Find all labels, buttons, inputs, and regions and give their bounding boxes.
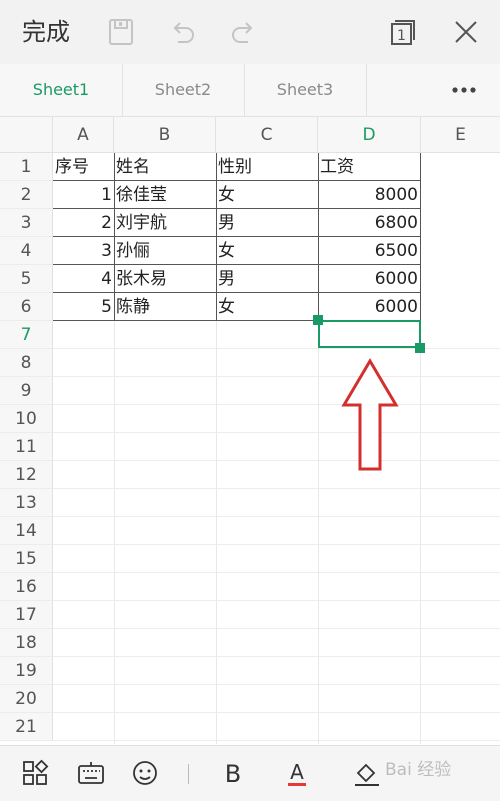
- grid-line: [53, 348, 500, 349]
- close-icon[interactable]: [450, 16, 482, 48]
- column-header-e[interactable]: E: [421, 117, 500, 153]
- selection-handle-bottom-right[interactable]: [415, 343, 425, 353]
- row-header-5[interactable]: 5: [0, 265, 53, 293]
- grid-line: [53, 740, 500, 741]
- cell-b6[interactable]: 陈静: [114, 293, 216, 321]
- cell-c1[interactable]: 性别: [216, 153, 318, 181]
- top-toolbar: 完成 1: [0, 0, 500, 64]
- row-header-16[interactable]: 16: [0, 573, 53, 601]
- save-icon[interactable]: [105, 16, 137, 48]
- row-header-10[interactable]: 10: [0, 405, 53, 433]
- fill-color-icon[interactable]: [352, 758, 382, 788]
- cell-c4[interactable]: 女: [216, 237, 318, 265]
- grid-line: [53, 516, 500, 517]
- row-header-17[interactable]: 17: [0, 601, 53, 629]
- grid-line: [53, 376, 500, 377]
- row-header-13[interactable]: 13: [0, 489, 53, 517]
- row-header-21[interactable]: 21: [0, 713, 53, 741]
- spreadsheet-grid[interactable]: A B C D E 1 2 3 4 5 6 7 8 9 10 11 12 13 …: [0, 117, 500, 744]
- cell-b5[interactable]: 张木易: [114, 265, 216, 293]
- grid-line: [53, 684, 500, 685]
- grid-line: [53, 544, 500, 545]
- row-header-1[interactable]: 1: [0, 153, 53, 181]
- sheet-tabs: Sheet1 Sheet2 Sheet3: [0, 64, 500, 117]
- row-header-2[interactable]: 2: [0, 181, 53, 209]
- row-header-14[interactable]: 14: [0, 517, 53, 545]
- font-color-icon[interactable]: A: [282, 758, 312, 788]
- column-header-b[interactable]: B: [114, 117, 216, 153]
- row-header-6[interactable]: 6: [0, 293, 53, 321]
- bold-icon[interactable]: B: [218, 758, 248, 788]
- row-header-3[interactable]: 3: [0, 209, 53, 237]
- cell-d5[interactable]: 6000: [318, 265, 420, 293]
- toolbar-separator: [188, 764, 189, 784]
- grid-line: [53, 572, 500, 573]
- cell-a3[interactable]: 2: [53, 209, 114, 237]
- cell-b2[interactable]: 徐佳莹: [114, 181, 216, 209]
- row-header-18[interactable]: 18: [0, 629, 53, 657]
- tab-sheet1[interactable]: Sheet1: [0, 64, 123, 116]
- row-header-20[interactable]: 20: [0, 685, 53, 713]
- window-count-icon[interactable]: 1: [388, 16, 420, 48]
- cell-d3[interactable]: 6800: [318, 209, 420, 237]
- cell-b1[interactable]: 姓名: [114, 153, 216, 181]
- row-header-4[interactable]: 4: [0, 237, 53, 265]
- grid-line: [53, 432, 500, 433]
- grid-line: [53, 460, 500, 461]
- grid-line: [53, 656, 500, 657]
- grid-line: [53, 712, 500, 713]
- cell-b4[interactable]: 孙俪: [114, 237, 216, 265]
- selection-handle-top-left[interactable]: [313, 315, 323, 325]
- window-count: 1: [397, 28, 406, 44]
- face-icon[interactable]: [130, 758, 160, 788]
- undo-icon[interactable]: [166, 16, 198, 48]
- row-header-7[interactable]: 7: [0, 321, 53, 349]
- cell-a6[interactable]: 5: [53, 293, 114, 321]
- apps-icon[interactable]: [20, 758, 50, 788]
- cell-selection-d7[interactable]: [318, 320, 421, 348]
- up-arrow-annotation: [341, 358, 399, 471]
- column-header-c[interactable]: C: [216, 117, 318, 153]
- keyboard-icon[interactable]: [76, 758, 106, 788]
- svg-text:B: B: [225, 760, 241, 788]
- more-icon[interactable]: [428, 64, 500, 116]
- row-header-11[interactable]: 11: [0, 433, 53, 461]
- grid-line: [53, 488, 500, 489]
- redo-icon[interactable]: [228, 16, 260, 48]
- row-header-9[interactable]: 9: [0, 377, 53, 405]
- cell-a5[interactable]: 4: [53, 265, 114, 293]
- cell-d1[interactable]: 工资: [318, 153, 420, 181]
- watermark: Bai 经验: [385, 760, 452, 780]
- select-all-corner[interactable]: [0, 117, 53, 153]
- cell-d4[interactable]: 6500: [318, 237, 420, 265]
- grid-line: [53, 628, 500, 629]
- cell-d6[interactable]: 6000: [318, 293, 420, 321]
- row-header-19[interactable]: 19: [0, 657, 53, 685]
- cell-c2[interactable]: 女: [216, 181, 318, 209]
- tab-sheet3[interactable]: Sheet3: [244, 64, 367, 116]
- cell-a1[interactable]: 序号: [53, 153, 114, 181]
- cell-c5[interactable]: 男: [216, 265, 318, 293]
- row-header-15[interactable]: 15: [0, 545, 53, 573]
- grid-line: [53, 600, 500, 601]
- column-header-d[interactable]: D: [318, 117, 421, 153]
- cell-b3[interactable]: 刘宇航: [114, 209, 216, 237]
- column-header-a[interactable]: A: [53, 117, 114, 153]
- cell-a2[interactable]: 1: [53, 181, 114, 209]
- svg-text:A: A: [290, 760, 304, 784]
- row-header-8[interactable]: 8: [0, 349, 53, 377]
- tab-sheet2[interactable]: Sheet2: [122, 64, 245, 116]
- cell-c6[interactable]: 女: [216, 293, 318, 321]
- done-button[interactable]: 完成: [22, 17, 70, 47]
- table-border: [420, 153, 421, 321]
- row-header-12[interactable]: 12: [0, 461, 53, 489]
- grid-line: [53, 404, 500, 405]
- cell-a4[interactable]: 3: [53, 237, 114, 265]
- cell-c3[interactable]: 男: [216, 209, 318, 237]
- cell-d2[interactable]: 8000: [318, 181, 420, 209]
